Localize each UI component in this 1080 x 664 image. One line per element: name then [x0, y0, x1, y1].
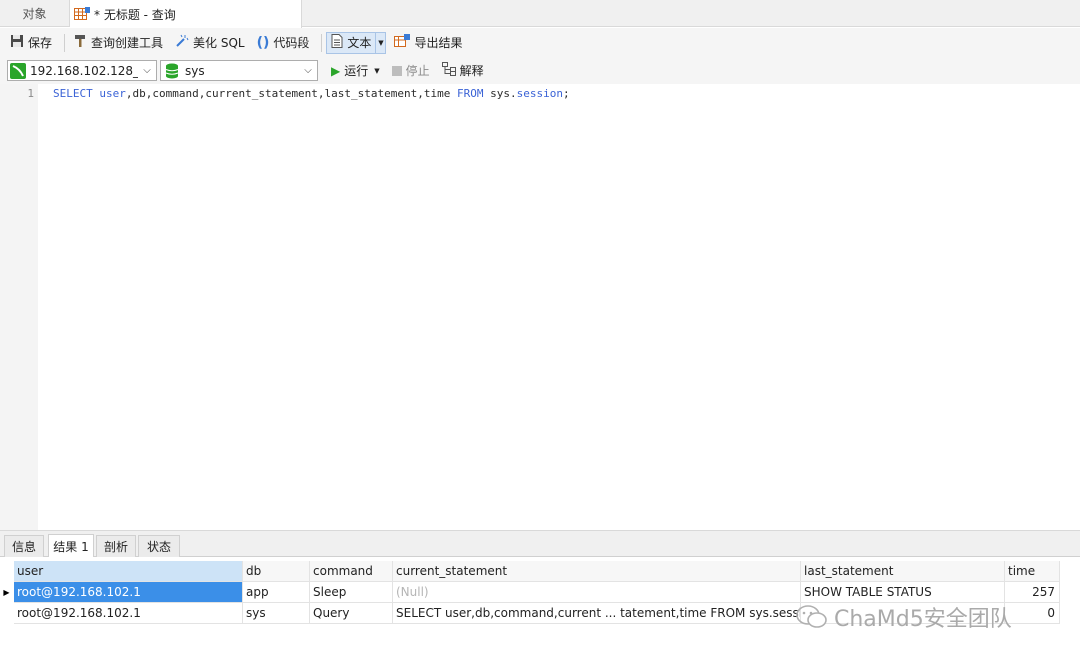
toolbar-divider	[64, 33, 66, 52]
line-number: 1	[27, 87, 34, 100]
table-cell[interactable]: (Null)	[393, 582, 801, 603]
tab-profile[interactable]: 剖析	[96, 535, 136, 557]
chevron-down-icon: ⌵	[304, 65, 312, 76]
database-icon	[165, 63, 179, 79]
watermark: ChaMd5安全团队	[796, 600, 1012, 634]
table-cell[interactable]: Query	[310, 603, 393, 624]
connection-select[interactable]: 192.168.102.128_330 ⌵	[7, 60, 157, 81]
line-number-gutter: 1	[0, 84, 38, 530]
tab-status[interactable]: 状态	[138, 535, 180, 557]
play-icon: ▶	[331, 63, 341, 78]
document-icon	[331, 34, 343, 51]
grid-header-row: user db command current_statement last_s…	[0, 561, 1080, 582]
table-cell[interactable]: 0	[1005, 603, 1060, 624]
chevron-down-icon: ⌵	[143, 65, 151, 76]
table-cell[interactable]: app	[243, 582, 310, 603]
save-label: 保存	[28, 36, 53, 50]
connection-value: 192.168.102.128_330	[30, 63, 138, 78]
tab-query-label: * 无标题 - 查询	[94, 7, 176, 22]
sql-keyword-select: SELECT	[53, 87, 93, 100]
column-header-db[interactable]: db	[243, 561, 310, 582]
column-header-time[interactable]: time	[1005, 561, 1060, 582]
sql-columns: ,db,command,current_statement,last_state…	[125, 87, 458, 100]
document-tab-bar: 对象 * 无标题 - 查询	[0, 0, 1080, 28]
column-header-command[interactable]: command	[310, 561, 393, 582]
table-cell[interactable]: root@192.168.102.1	[14, 603, 243, 624]
column-header-user[interactable]: user	[14, 561, 243, 582]
tab-result-1[interactable]: 结果 1	[48, 534, 94, 557]
result-tab-bar: 信息 结果 1 剖析 状态	[0, 531, 1080, 557]
watermark-text: ChaMd5安全团队	[834, 607, 1012, 632]
sql-keyword-from: FROM	[457, 87, 484, 100]
toolbar-divider	[321, 33, 323, 52]
tab-query[interactable]: * 无标题 - 查询	[70, 0, 302, 28]
tab-info[interactable]: 信息	[4, 535, 44, 557]
sql-schema: sys.	[483, 87, 517, 100]
sql-table: session	[516, 87, 563, 100]
hammer-icon	[73, 34, 87, 51]
table-cell[interactable]: SELECT user,db,command,current ... tatem…	[393, 603, 801, 624]
caret-down-icon: ▼	[374, 66, 380, 75]
export-results-button[interactable]: 导出结果	[390, 31, 466, 55]
wechat-icon	[796, 604, 828, 630]
explain-icon	[441, 62, 456, 79]
explain-button[interactable]: 解释	[438, 59, 488, 83]
connection-icon	[10, 62, 26, 79]
tab-objects[interactable]: 对象	[0, 0, 70, 27]
query-table-icon	[74, 7, 90, 21]
result-panel: 信息 结果 1 剖析 状态 user db command current_st…	[0, 530, 1080, 664]
query-builder-label: 查询创建工具	[91, 36, 164, 50]
explain-label: 解释	[459, 64, 484, 78]
beautify-sql-label: 美化 SQL	[193, 36, 245, 50]
save-button[interactable]: 保存	[6, 31, 56, 55]
stop-label: 停止	[405, 64, 430, 78]
magic-wand-icon	[175, 34, 189, 51]
braces-icon: ()	[256, 34, 270, 51]
sql-text-line[interactable]: SELECT user,db,command,current_statement…	[53, 87, 570, 100]
current-row-pointer-icon: ▶	[3, 588, 10, 597]
database-select[interactable]: sys ⌵	[160, 60, 318, 81]
sql-editor[interactable]: 1 SELECT user,db,command,current_stateme…	[0, 84, 1080, 530]
code-snippet-button[interactable]: () 代码段	[253, 31, 314, 55]
table-cell[interactable]: Sleep	[310, 582, 393, 603]
table-cell[interactable]: 257	[1005, 582, 1060, 603]
export-results-label: 导出结果	[414, 36, 463, 50]
table-cell[interactable]: root@192.168.102.1	[14, 582, 243, 603]
column-header-current-statement[interactable]: current_statement	[393, 561, 801, 582]
caret-down-icon: ▼	[378, 38, 384, 47]
column-header-last-statement[interactable]: last_statement	[801, 561, 1005, 582]
text-output-label: 文本	[347, 36, 372, 50]
sql-column-user: user	[99, 87, 126, 100]
sql-terminator: ;	[563, 87, 570, 100]
save-icon	[10, 34, 24, 51]
run-label: 运行	[344, 64, 369, 78]
stop-button[interactable]: 停止	[388, 59, 434, 83]
text-output-dropdown[interactable]: ▼	[376, 31, 387, 54]
run-button[interactable]: ▶ 运行 ▼	[327, 59, 384, 83]
query-toolbar: 保存 查询创建工具 美化 SQL () 代码段 文本 ▼ 导出结果	[0, 28, 1080, 57]
export-table-icon	[394, 34, 411, 51]
text-output-toggle[interactable]: 文本	[326, 31, 377, 54]
code-snippet-label: 代码段	[273, 36, 310, 50]
stop-icon	[391, 65, 402, 76]
beautify-sql-button[interactable]: 美化 SQL	[171, 31, 249, 55]
table-cell[interactable]: sys	[243, 603, 310, 624]
query-builder-button[interactable]: 查询创建工具	[69, 31, 167, 55]
run-toolbar: 192.168.102.128_330 ⌵ sys ⌵ ▶ 运行 ▼ 停止 解释	[0, 57, 1080, 84]
database-value: sys	[185, 63, 205, 78]
